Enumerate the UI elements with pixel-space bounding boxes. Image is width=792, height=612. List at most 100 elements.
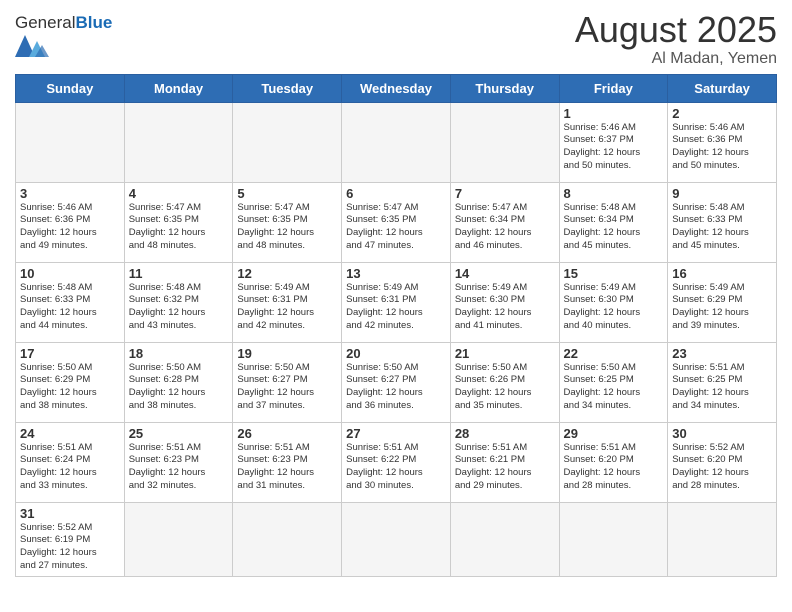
calendar-day-cell: 23Sunrise: 5:51 AM Sunset: 6:25 PM Dayli… <box>668 342 777 422</box>
day-number: 7 <box>455 186 555 201</box>
calendar-day-cell: 22Sunrise: 5:50 AM Sunset: 6:25 PM Dayli… <box>559 342 668 422</box>
day-number: 28 <box>455 426 555 441</box>
location: Al Madan, Yemen <box>575 50 777 68</box>
calendar-day-cell: 2Sunrise: 5:46 AM Sunset: 6:36 PM Daylig… <box>668 102 777 182</box>
calendar-week-row: 17Sunrise: 5:50 AM Sunset: 6:29 PM Dayli… <box>16 342 777 422</box>
calendar-week-row: 24Sunrise: 5:51 AM Sunset: 6:24 PM Dayli… <box>16 422 777 502</box>
calendar-day-cell <box>342 502 451 576</box>
calendar-day-cell: 11Sunrise: 5:48 AM Sunset: 6:32 PM Dayli… <box>124 262 233 342</box>
day-number: 1 <box>564 106 664 121</box>
day-of-week-header: Tuesday <box>233 74 342 102</box>
day-info: Sunrise: 5:50 AM Sunset: 6:27 PM Dayligh… <box>346 362 446 413</box>
day-number: 3 <box>20 186 120 201</box>
day-number: 21 <box>455 346 555 361</box>
calendar-day-cell: 9Sunrise: 5:48 AM Sunset: 6:33 PM Daylig… <box>668 182 777 262</box>
day-number: 27 <box>346 426 446 441</box>
day-info: Sunrise: 5:51 AM Sunset: 6:24 PM Dayligh… <box>20 442 120 493</box>
calendar-day-cell: 28Sunrise: 5:51 AM Sunset: 6:21 PM Dayli… <box>450 422 559 502</box>
logo-icon <box>15 35 49 57</box>
day-of-week-header: Friday <box>559 74 668 102</box>
day-number: 23 <box>672 346 772 361</box>
day-info: Sunrise: 5:49 AM Sunset: 6:29 PM Dayligh… <box>672 282 772 333</box>
day-number: 31 <box>20 506 120 521</box>
calendar-day-cell: 3Sunrise: 5:46 AM Sunset: 6:36 PM Daylig… <box>16 182 125 262</box>
calendar-day-cell <box>559 502 668 576</box>
calendar-week-row: 1Sunrise: 5:46 AM Sunset: 6:37 PM Daylig… <box>16 102 777 182</box>
day-info: Sunrise: 5:47 AM Sunset: 6:35 PM Dayligh… <box>237 202 337 253</box>
calendar-day-cell: 15Sunrise: 5:49 AM Sunset: 6:30 PM Dayli… <box>559 262 668 342</box>
day-number: 2 <box>672 106 772 121</box>
day-number: 18 <box>129 346 229 361</box>
calendar-day-cell: 8Sunrise: 5:48 AM Sunset: 6:34 PM Daylig… <box>559 182 668 262</box>
month-year: August 2025 <box>575 10 777 50</box>
day-info: Sunrise: 5:47 AM Sunset: 6:35 PM Dayligh… <box>346 202 446 253</box>
day-of-week-header: Thursday <box>450 74 559 102</box>
calendar-day-cell: 7Sunrise: 5:47 AM Sunset: 6:34 PM Daylig… <box>450 182 559 262</box>
day-number: 24 <box>20 426 120 441</box>
day-info: Sunrise: 5:48 AM Sunset: 6:33 PM Dayligh… <box>672 202 772 253</box>
calendar-day-cell: 21Sunrise: 5:50 AM Sunset: 6:26 PM Dayli… <box>450 342 559 422</box>
calendar-day-cell: 24Sunrise: 5:51 AM Sunset: 6:24 PM Dayli… <box>16 422 125 502</box>
day-number: 4 <box>129 186 229 201</box>
day-of-week-header: Monday <box>124 74 233 102</box>
day-info: Sunrise: 5:50 AM Sunset: 6:26 PM Dayligh… <box>455 362 555 413</box>
calendar-day-cell: 27Sunrise: 5:51 AM Sunset: 6:22 PM Dayli… <box>342 422 451 502</box>
day-number: 17 <box>20 346 120 361</box>
day-of-week-header: Sunday <box>16 74 125 102</box>
day-info: Sunrise: 5:46 AM Sunset: 6:36 PM Dayligh… <box>20 202 120 253</box>
logo: GeneralBlue <box>15 14 112 62</box>
calendar-day-cell: 6Sunrise: 5:47 AM Sunset: 6:35 PM Daylig… <box>342 182 451 262</box>
day-info: Sunrise: 5:50 AM Sunset: 6:29 PM Dayligh… <box>20 362 120 413</box>
day-number: 19 <box>237 346 337 361</box>
calendar-week-row: 10Sunrise: 5:48 AM Sunset: 6:33 PM Dayli… <box>16 262 777 342</box>
calendar-day-cell <box>668 502 777 576</box>
day-info: Sunrise: 5:46 AM Sunset: 6:37 PM Dayligh… <box>564 122 664 173</box>
calendar-day-cell <box>233 502 342 576</box>
day-info: Sunrise: 5:47 AM Sunset: 6:34 PM Dayligh… <box>455 202 555 253</box>
day-info: Sunrise: 5:50 AM Sunset: 6:25 PM Dayligh… <box>564 362 664 413</box>
day-info: Sunrise: 5:51 AM Sunset: 6:22 PM Dayligh… <box>346 442 446 493</box>
day-info: Sunrise: 5:48 AM Sunset: 6:34 PM Dayligh… <box>564 202 664 253</box>
day-number: 20 <box>346 346 446 361</box>
calendar-day-cell: 10Sunrise: 5:48 AM Sunset: 6:33 PM Dayli… <box>16 262 125 342</box>
calendar: SundayMondayTuesdayWednesdayThursdayFrid… <box>15 74 777 577</box>
day-number: 15 <box>564 266 664 281</box>
day-number: 8 <box>564 186 664 201</box>
day-info: Sunrise: 5:47 AM Sunset: 6:35 PM Dayligh… <box>129 202 229 253</box>
header: GeneralBlue August 2025 Al Madan, Yemen <box>15 10 777 68</box>
calendar-day-cell: 30Sunrise: 5:52 AM Sunset: 6:20 PM Dayli… <box>668 422 777 502</box>
calendar-day-cell: 26Sunrise: 5:51 AM Sunset: 6:23 PM Dayli… <box>233 422 342 502</box>
day-info: Sunrise: 5:49 AM Sunset: 6:30 PM Dayligh… <box>564 282 664 333</box>
day-number: 9 <box>672 186 772 201</box>
page: GeneralBlue August 2025 Al Madan, Yemen … <box>0 0 792 587</box>
day-number: 11 <box>129 266 229 281</box>
day-number: 26 <box>237 426 337 441</box>
day-number: 10 <box>20 266 120 281</box>
day-info: Sunrise: 5:49 AM Sunset: 6:31 PM Dayligh… <box>237 282 337 333</box>
day-number: 29 <box>564 426 664 441</box>
calendar-day-cell: 16Sunrise: 5:49 AM Sunset: 6:29 PM Dayli… <box>668 262 777 342</box>
day-number: 30 <box>672 426 772 441</box>
calendar-day-cell <box>124 102 233 182</box>
calendar-day-cell: 17Sunrise: 5:50 AM Sunset: 6:29 PM Dayli… <box>16 342 125 422</box>
day-info: Sunrise: 5:51 AM Sunset: 6:20 PM Dayligh… <box>564 442 664 493</box>
day-number: 12 <box>237 266 337 281</box>
day-info: Sunrise: 5:49 AM Sunset: 6:30 PM Dayligh… <box>455 282 555 333</box>
day-info: Sunrise: 5:50 AM Sunset: 6:27 PM Dayligh… <box>237 362 337 413</box>
calendar-day-cell: 12Sunrise: 5:49 AM Sunset: 6:31 PM Dayli… <box>233 262 342 342</box>
calendar-day-cell <box>233 102 342 182</box>
day-info: Sunrise: 5:52 AM Sunset: 6:20 PM Dayligh… <box>672 442 772 493</box>
calendar-day-cell <box>16 102 125 182</box>
day-number: 16 <box>672 266 772 281</box>
calendar-week-row: 3Sunrise: 5:46 AM Sunset: 6:36 PM Daylig… <box>16 182 777 262</box>
day-info: Sunrise: 5:48 AM Sunset: 6:32 PM Dayligh… <box>129 282 229 333</box>
calendar-day-cell: 25Sunrise: 5:51 AM Sunset: 6:23 PM Dayli… <box>124 422 233 502</box>
calendar-day-cell: 31Sunrise: 5:52 AM Sunset: 6:19 PM Dayli… <box>16 502 125 576</box>
day-info: Sunrise: 5:51 AM Sunset: 6:23 PM Dayligh… <box>129 442 229 493</box>
day-number: 14 <box>455 266 555 281</box>
calendar-day-cell <box>124 502 233 576</box>
calendar-week-row: 31Sunrise: 5:52 AM Sunset: 6:19 PM Dayli… <box>16 502 777 576</box>
calendar-day-cell: 20Sunrise: 5:50 AM Sunset: 6:27 PM Dayli… <box>342 342 451 422</box>
day-number: 22 <box>564 346 664 361</box>
calendar-day-cell: 4Sunrise: 5:47 AM Sunset: 6:35 PM Daylig… <box>124 182 233 262</box>
